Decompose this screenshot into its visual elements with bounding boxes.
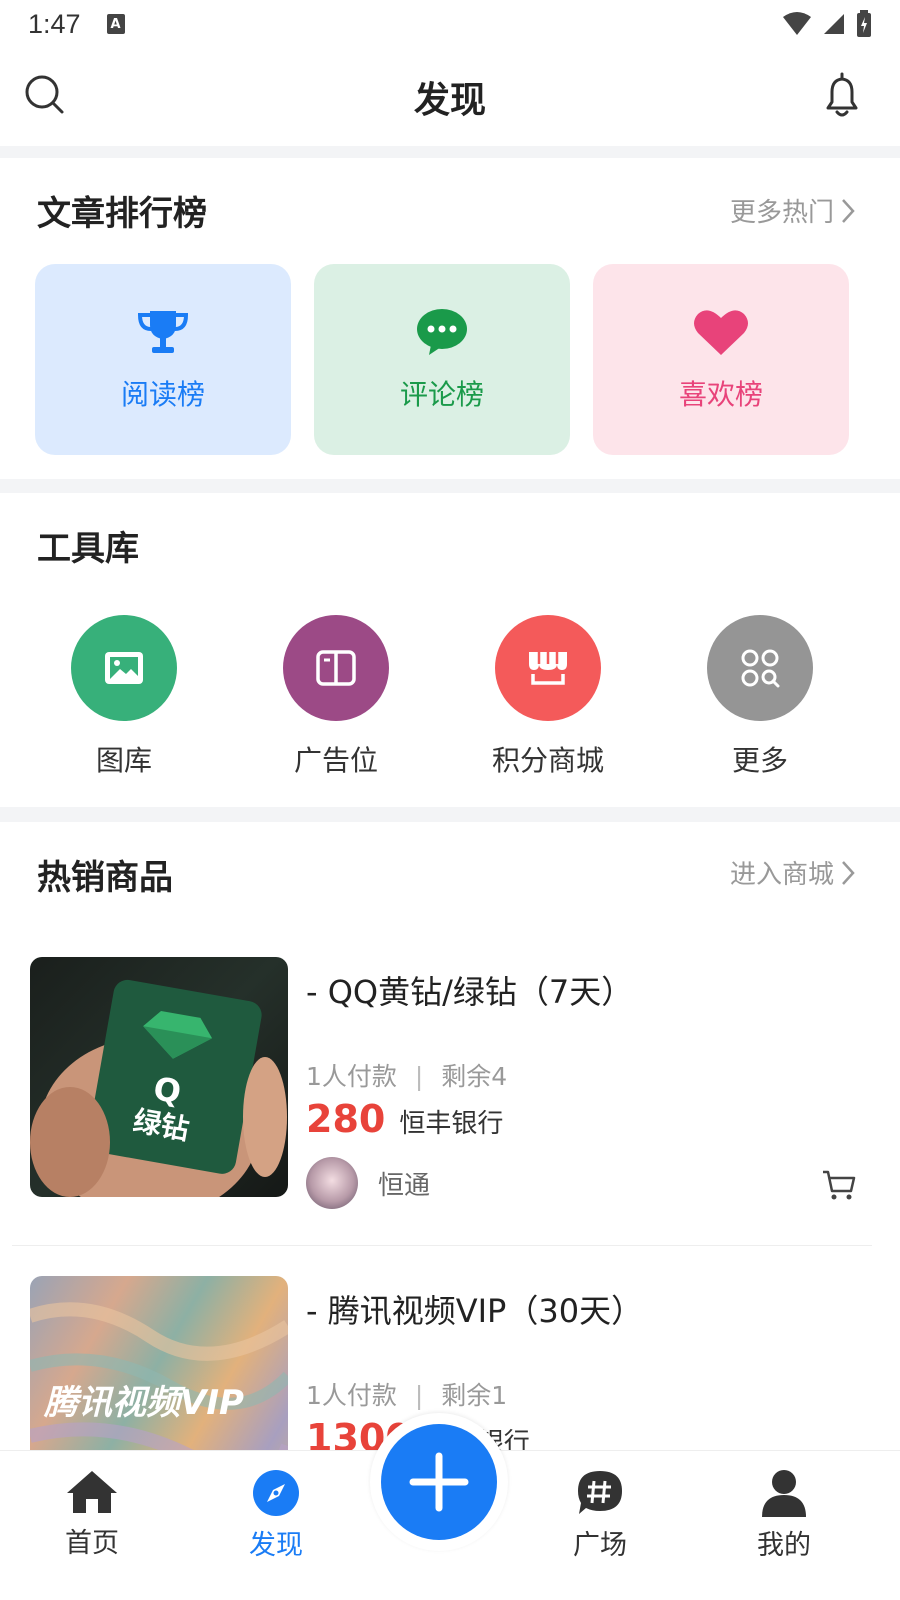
gallery-label: 图库 [95,744,152,777]
hot-products-section: 热销商品 进入商城 Q 绿钻 - QQ黄钻/绿钻（7天） 1人付款 | 剩余4 … [0,822,900,1516]
tab-home-label: 首页 [65,1528,119,1559]
points-mall-circle [495,615,601,721]
accessibility-a-icon: A [106,14,125,34]
hashtag-icon [578,1471,622,1514]
chat-bubble-icon [417,308,467,355]
comment-rank-label: 评论榜 [399,377,484,411]
product-item[interactable]: Q 绿钻 - QQ黄钻/绿钻（7天） 1人付款 | 剩余4 280 恒丰银行 恒… [0,957,900,1267]
like-rank-label: 喜欢榜 [678,377,763,411]
product-payers: 1人付款 [306,1062,397,1091]
notification-bell-icon[interactable] [822,72,862,120]
product-seller[interactable]: 恒通 [306,1157,430,1209]
tools-title: 工具库 [37,529,139,569]
trophy-icon [137,310,189,353]
search-icon[interactable] [24,74,66,116]
ad-slot-label: 广告位 [293,744,378,777]
like-rank-card[interactable]: 喜欢榜 [593,264,849,455]
reading-rank-label: 阅读榜 [120,377,205,411]
page-title: 发现 [413,80,486,121]
product-remaining: 剩余1 [441,1381,508,1410]
status-bar: 1:47 A [0,0,900,48]
seller-avatar [306,1157,358,1209]
qq-green-diamond-card-image: Q 绿钻 [30,979,287,1197]
tab-home[interactable]: 首页 [32,1469,152,1560]
ranking-title: 文章排行榜 [37,194,207,234]
tool-more[interactable]: 更多 [660,615,860,779]
create-button-wrapper [370,1413,508,1551]
image-icon [105,652,143,684]
create-post-button[interactable] [381,1424,497,1540]
bottom-navigation: 首页 发现 广场 我的 [0,1413,900,1600]
battery-icon [857,10,871,37]
enter-mall-label: 进入商城 [729,860,834,890]
tab-discover-label: 发现 [249,1530,303,1561]
more-tools-label: 更多 [731,744,788,777]
product-payers: 1人付款 [306,1381,397,1410]
product-image-qq-diamond: Q 绿钻 [30,957,288,1197]
product-divider [12,1245,872,1246]
tab-mine[interactable]: 我的 [724,1469,844,1562]
more-popular-link[interactable]: 更多热门 [730,192,856,229]
home-icon [67,1471,117,1513]
tab-mine-label: 我的 [757,1530,811,1561]
top-app-bar: 发现 [0,48,900,146]
chevron-right-icon [842,198,855,223]
meta-divider: | [414,1381,424,1410]
product-sales-meta: 1人付款 | 剩余1 [306,1376,507,1412]
hot-products-title: 热销商品 [37,858,173,898]
tool-gallery[interactable]: 图库 [24,615,224,779]
product-sales-meta: 1人付款 | 剩余4 [306,1057,507,1093]
more-circle [707,615,813,721]
more-popular-label: 更多热门 [729,198,834,228]
wifi-icon [783,12,811,35]
heart-icon [694,309,748,355]
grid-search-icon [741,649,780,688]
tab-square[interactable]: 广场 [540,1469,660,1562]
reading-rank-card[interactable]: 阅读榜 [35,264,291,455]
enter-mall-link[interactable]: 进入商城 [730,854,856,891]
tencent-vip-caption: 腾讯视频VIP [43,1383,244,1423]
points-mall-label: 积分商城 [491,744,604,777]
cellular-signal-icon [824,14,844,34]
chevron-right-icon [842,860,855,885]
tool-points-mall[interactable]: 积分商城 [448,615,648,779]
ranking-section: 文章排行榜 更多热门 阅读榜 评论榜 喜欢榜 [0,158,900,479]
tab-discover[interactable]: 发现 [216,1469,336,1562]
product-price: 280 [306,1097,386,1141]
product-name: - QQ黄钻/绿钻（7天） [306,973,634,1011]
tool-ad-slot[interactable]: 广告位 [236,615,436,779]
product-remaining: 剩余4 [441,1062,508,1091]
seller-name: 恒通 [378,1170,431,1201]
gallery-circle [71,615,177,721]
plus-icon [409,1452,469,1512]
status-time: 1:47 [28,8,81,39]
book-icon [316,650,356,686]
product-price-row: 280 恒丰银行 [306,1097,503,1141]
store-icon [529,652,567,685]
comment-rank-card[interactable]: 评论榜 [314,264,570,455]
tab-square-label: 广场 [573,1530,627,1561]
compass-icon [253,1470,299,1516]
cart-icon[interactable] [822,1169,856,1201]
meta-divider: | [414,1062,424,1091]
person-icon [762,1470,806,1517]
product-currency: 恒丰银行 [399,1109,504,1139]
product-name: - 腾讯视频VIP（30天） [306,1292,644,1330]
tools-section: 工具库 图库 广告位 积分商城 更多 [0,493,900,807]
ad-slot-circle [283,615,389,721]
